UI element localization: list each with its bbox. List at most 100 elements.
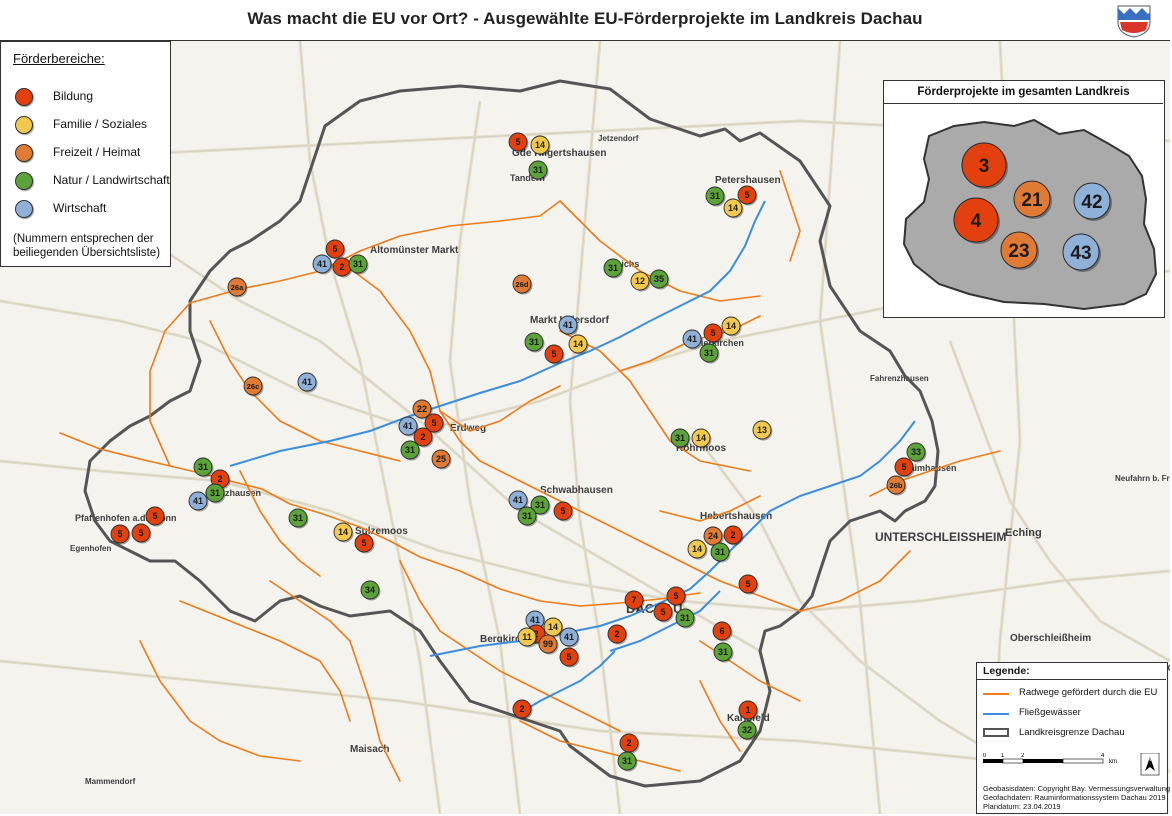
project-marker-label: 41 <box>193 496 203 506</box>
project-marker[interactable]: 34 <box>360 580 381 601</box>
project-marker[interactable]: 35 <box>649 269 670 290</box>
project-marker[interactable]: 31 <box>710 542 731 563</box>
project-marker-label: 31 <box>353 259 363 269</box>
north-arrow-icon: N <box>1140 752 1160 776</box>
overview-marker-label: 42 <box>1081 192 1102 213</box>
project-marker[interactable]: 2 <box>723 525 744 546</box>
project-marker-label: 14 <box>692 544 702 554</box>
natur-dot-icon <box>15 172 33 190</box>
project-marker[interactable]: 14 <box>568 334 589 355</box>
project-marker[interactable]: 41 <box>297 372 318 393</box>
project-marker[interactable]: 2 <box>607 624 628 645</box>
project-marker-label: 31 <box>529 337 539 347</box>
project-marker-label: 41 <box>513 495 523 505</box>
project-marker-label: 5 <box>745 579 750 589</box>
project-marker[interactable]: 14 <box>333 522 354 543</box>
project-marker-label: 5 <box>431 418 436 428</box>
project-marker[interactable]: 5 <box>738 574 759 595</box>
project-marker[interactable]: 5 <box>145 506 166 527</box>
project-marker-label: 5 <box>560 506 565 516</box>
project-marker[interactable]: 5 <box>894 457 915 478</box>
project-marker[interactable]: 31 <box>288 508 309 529</box>
project-marker-label: 2 <box>519 704 524 714</box>
project-marker-label: 31 <box>704 348 714 358</box>
project-marker[interactable]: 31 <box>617 751 638 772</box>
legend-heading: Förderbereiche: <box>13 51 105 66</box>
place-name: Erdweg <box>450 423 486 434</box>
project-marker-label: 35 <box>654 274 664 284</box>
svg-text:N: N <box>1148 757 1152 763</box>
project-marker-label: 5 <box>566 652 571 662</box>
scale-bar: 0 1 2 4 km N <box>983 752 1163 777</box>
project-marker[interactable]: 31 <box>705 186 726 207</box>
project-marker-label: 12 <box>635 276 645 286</box>
place-name: Gde Hilgertshausen <box>512 148 606 159</box>
project-marker[interactable]: 26d <box>512 274 533 295</box>
project-marker-label: 41 <box>317 259 327 269</box>
source-line-3: Plandatum: 23.04.2019 <box>983 802 1061 811</box>
project-marker-label: 31 <box>522 511 532 521</box>
project-marker-label: 14 <box>728 203 738 213</box>
project-marker-label: 14 <box>726 321 736 331</box>
project-marker-label: 2 <box>730 530 735 540</box>
project-marker[interactable]: 14 <box>687 539 708 560</box>
project-marker[interactable]: 5 <box>131 523 152 544</box>
project-marker[interactable]: 25 <box>431 449 452 470</box>
project-marker[interactable]: 31 <box>670 428 691 449</box>
project-marker[interactable]: 5 <box>553 501 574 522</box>
overview-marker-label: 4 <box>971 211 982 232</box>
project-marker[interactable]: 5 <box>544 344 565 365</box>
project-marker-label: 32 <box>742 725 752 735</box>
project-marker-label: 11 <box>522 632 532 642</box>
map-legend-heading: Legende: <box>977 663 1166 680</box>
title-bar: Was macht die EU vor Ort? - Ausgewählte … <box>0 0 1170 41</box>
project-marker[interactable]: 13 <box>752 420 773 441</box>
project-marker[interactable]: 31 <box>193 457 214 478</box>
border-swatch-icon <box>983 728 1009 737</box>
project-marker-label: 14 <box>573 339 583 349</box>
project-marker-label: 41 <box>403 421 413 431</box>
project-marker[interactable]: 31 <box>524 332 545 353</box>
project-marker-label: 5 <box>515 137 520 147</box>
project-marker[interactable]: 26c <box>243 376 264 397</box>
project-marker[interactable]: 31 <box>713 642 734 663</box>
scale-label-km: km <box>1109 759 1117 765</box>
project-marker[interactable]: 5 <box>559 647 580 668</box>
project-marker[interactable]: 6 <box>712 621 733 642</box>
project-marker[interactable]: 99 <box>538 634 559 655</box>
project-marker-label: 26b <box>890 481 903 490</box>
project-marker[interactable]: 5 <box>737 185 758 206</box>
freizeit-dot-icon <box>15 144 33 162</box>
project-marker[interactable]: 14 <box>721 316 742 337</box>
project-marker[interactable]: 26b <box>886 475 907 496</box>
project-marker-label: 2 <box>614 629 619 639</box>
project-marker-label: 5 <box>551 349 556 359</box>
project-marker-label: 14 <box>338 527 348 537</box>
place-name: Mammendorf <box>85 777 136 786</box>
project-marker-label: 31 <box>210 488 220 498</box>
project-marker[interactable]: 2 <box>619 733 640 754</box>
river-swatch-icon <box>983 713 1009 715</box>
project-marker-label: 14 <box>696 433 706 443</box>
place-name: Petershausen <box>715 175 781 186</box>
overview-panel: Förderprojekte im gesamten Landkreis 342… <box>883 80 1165 318</box>
project-markers[interactable]: 5 143131145541 2 3126a 26d3112 354131 14551441… <box>110 132 927 772</box>
place-name: Neufahrn b. Freising <box>1115 474 1170 483</box>
map-legend: Legende: Radwege gefördert durch die EU … <box>976 662 1172 814</box>
project-marker-label: 41 <box>687 334 697 344</box>
overview-heading: Förderprojekte im gesamten Landkreis <box>884 81 1163 104</box>
overview-marker-label: 43 <box>1070 243 1091 264</box>
legend-note: (Nummern entsprechen der beiliegenden Üb… <box>13 233 161 259</box>
scale-label-3: 4 <box>1101 753 1105 759</box>
project-marker[interactable]: 41 <box>682 329 703 350</box>
project-marker-label: 31 <box>405 445 415 455</box>
bildung-dot-icon <box>15 88 33 106</box>
project-marker-label: 31 <box>198 462 208 472</box>
project-marker-label: 5 <box>152 511 157 521</box>
place-name: Jetzendorf <box>598 134 639 143</box>
scale-label-1: 1 <box>1001 753 1005 759</box>
district-border <box>83 79 940 788</box>
project-marker[interactable]: 33 <box>906 442 927 463</box>
project-marker-label: 99 <box>543 639 553 649</box>
project-marker-label: 41 <box>302 377 312 387</box>
